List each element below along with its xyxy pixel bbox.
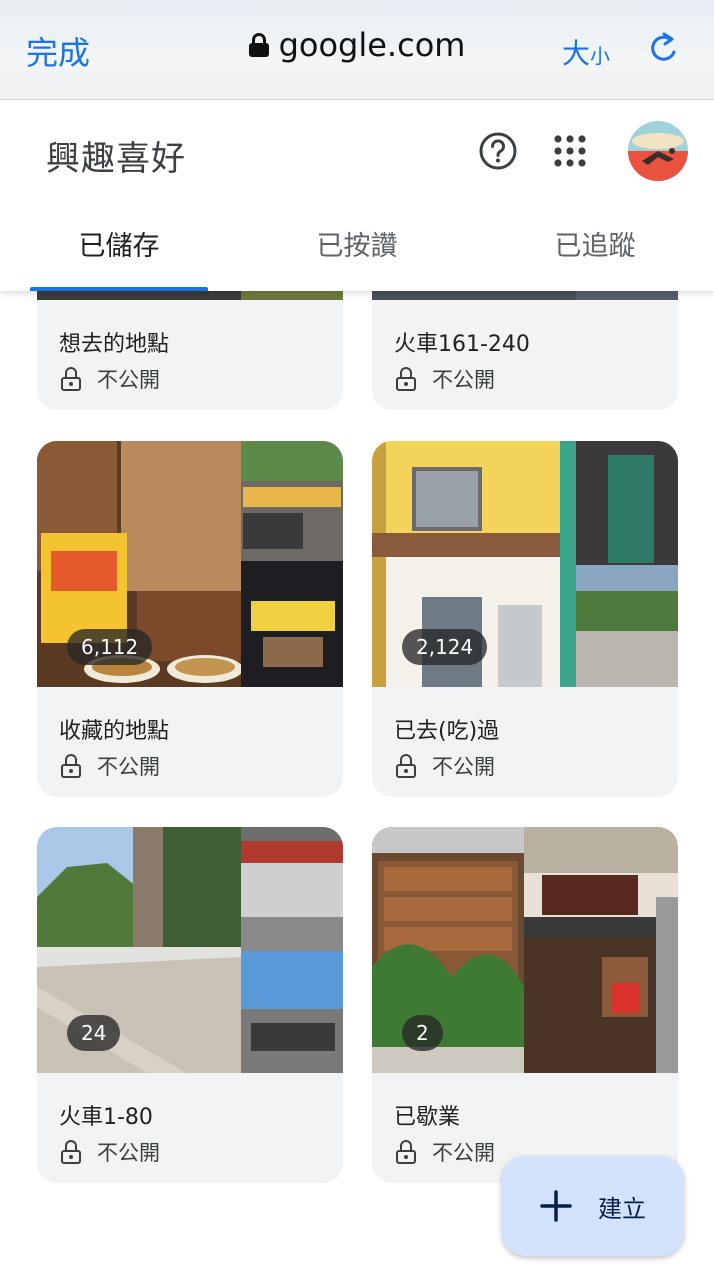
privacy-label: 不公開 — [97, 755, 160, 779]
lock-icon — [61, 367, 81, 391]
tab-liked[interactable]: 已按讚 — [238, 211, 476, 291]
tab-following[interactable]: 已追蹤 — [476, 211, 714, 291]
list-card-saved-places[interactable]: 6,112 收藏的地點 不公開 — [37, 441, 343, 797]
tab-active-indicator — [30, 287, 208, 291]
list-name: 已去(吃)過 — [394, 719, 500, 744]
list-name: 火車1-80 — [59, 1105, 153, 1130]
privacy-label: 不公開 — [432, 755, 495, 779]
list-name: 想去的地點 — [59, 332, 170, 357]
tab-bar: 已儲存 已按讚 已追蹤 — [0, 211, 714, 291]
privacy-status: 不公開 — [396, 1137, 495, 1167]
reload-icon[interactable] — [644, 28, 684, 68]
text-size-small-label: 小 — [590, 44, 611, 68]
browser-toolbar: 完成 google.com 大小 — [0, 0, 714, 100]
lock-icon — [61, 754, 81, 778]
lock-icon — [61, 1140, 81, 1164]
list-card-train-1-80[interactable]: 24 火車1-80 不公開 — [37, 827, 343, 1183]
list-name: 已歇業 — [394, 1105, 461, 1130]
privacy-label: 不公開 — [432, 368, 495, 392]
create-list-label: 建立 — [598, 1194, 646, 1223]
text-size-button[interactable]: 大小 — [562, 32, 610, 72]
lock-icon — [396, 1140, 416, 1164]
privacy-label: 不公開 — [97, 368, 160, 392]
lock-icon — [248, 33, 269, 57]
privacy-status: 不公開 — [61, 1137, 160, 1167]
privacy-label: 不公開 — [97, 1141, 160, 1165]
lock-icon — [396, 754, 416, 778]
list-card-been-there[interactable]: 2,124 已去(吃)過 不公開 — [372, 441, 678, 797]
url-text: google.com — [278, 26, 466, 64]
privacy-status: 不公開 — [61, 364, 160, 394]
tab-saved[interactable]: 已儲存 — [0, 211, 238, 291]
apps-grid-icon[interactable] — [553, 134, 587, 168]
page-title: 興趣喜好 — [46, 139, 186, 179]
place-count-badge: 2,124 — [402, 629, 488, 665]
place-count-badge: 6,112 — [67, 629, 153, 665]
privacy-status: 不公開 — [61, 751, 160, 781]
list-name: 火車161-240 — [394, 332, 530, 357]
place-count-badge: 2 — [402, 1015, 443, 1051]
lock-icon — [396, 367, 416, 391]
create-list-button[interactable]: 建立 — [502, 1156, 684, 1256]
avatar[interactable] — [628, 121, 688, 181]
privacy-status: 不公開 — [396, 751, 495, 781]
list-name: 收藏的地點 — [59, 719, 170, 744]
app-header: 興趣喜好 已儲存 已按讚 已追蹤 — [0, 101, 714, 291]
privacy-label: 不公開 — [432, 1141, 495, 1165]
plus-icon — [540, 1190, 572, 1222]
help-icon[interactable] — [478, 131, 518, 171]
place-count-badge: 24 — [67, 1015, 121, 1051]
privacy-status: 不公開 — [396, 364, 495, 394]
text-size-big-label: 大 — [562, 37, 591, 70]
list-card-closed[interactable]: 2 已歇業 不公開 — [372, 827, 678, 1183]
